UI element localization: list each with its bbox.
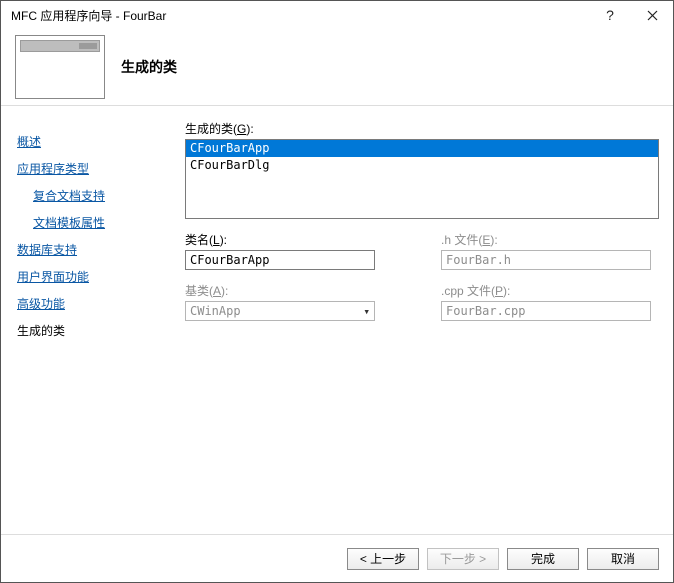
list-item[interactable]: CFourBarApp — [186, 140, 658, 157]
window-title: MFC 应用程序向导 - FourBar — [11, 7, 589, 24]
sidebar-item-ui-features[interactable]: 用户界面功能 — [15, 263, 165, 290]
sidebar: 概述 应用程序类型 复合文档支持 文档模板属性 数据库支持 用户界面功能 高级功… — [15, 120, 165, 528]
class-name-label: 类名(L): — [185, 231, 403, 248]
generated-classes-label: 生成的类(G): — [185, 120, 659, 137]
wizard-window: MFC 应用程序向导 - FourBar ? 生成的类 概述 应用程序类型 复合… — [0, 0, 674, 583]
wizard-icon — [15, 35, 105, 99]
titlebar: MFC 应用程序向导 - FourBar ? — [1, 1, 673, 29]
sidebar-item-doc-template[interactable]: 文档模板属性 — [15, 209, 165, 236]
page-title: 生成的类 — [121, 57, 177, 77]
h-file-label: .h 文件(E): — [441, 231, 659, 248]
class-name-input[interactable] — [185, 250, 375, 270]
close-button[interactable] — [631, 1, 673, 29]
sidebar-item-compound-doc[interactable]: 复合文档支持 — [15, 182, 165, 209]
h-file-input — [441, 250, 651, 270]
footer: < 上一步 下一步 > 完成 取消 — [1, 534, 673, 582]
finish-button[interactable]: 完成 — [507, 548, 579, 570]
sidebar-item-app-type[interactable]: 应用程序类型 — [15, 155, 165, 182]
chevron-down-icon: ▾ — [363, 305, 370, 318]
header: 生成的类 — [1, 29, 673, 105]
sidebar-item-overview[interactable]: 概述 — [15, 128, 165, 155]
base-class-label: 基类(A): — [185, 282, 403, 299]
base-class-value: CWinApp — [190, 304, 241, 318]
prev-button[interactable]: < 上一步 — [347, 548, 419, 570]
sidebar-item-advanced[interactable]: 高级功能 — [15, 290, 165, 317]
generated-classes-listbox[interactable]: CFourBarApp CFourBarDlg — [185, 139, 659, 219]
next-button: 下一步 > — [427, 548, 499, 570]
list-item[interactable]: CFourBarDlg — [186, 157, 658, 174]
divider — [1, 105, 673, 106]
help-button[interactable]: ? — [589, 1, 631, 29]
main-panel: 生成的类(G): CFourBarApp CFourBarDlg 类名(L): … — [185, 120, 659, 528]
sidebar-item-generated-classes: 生成的类 — [15, 317, 165, 344]
cancel-button[interactable]: 取消 — [587, 548, 659, 570]
cpp-file-input — [441, 301, 651, 321]
close-icon — [647, 10, 658, 21]
sidebar-item-database[interactable]: 数据库支持 — [15, 236, 165, 263]
base-class-select: CWinApp ▾ — [185, 301, 375, 321]
body: 概述 应用程序类型 复合文档支持 文档模板属性 数据库支持 用户界面功能 高级功… — [1, 110, 673, 534]
cpp-file-label: .cpp 文件(P): — [441, 282, 659, 299]
